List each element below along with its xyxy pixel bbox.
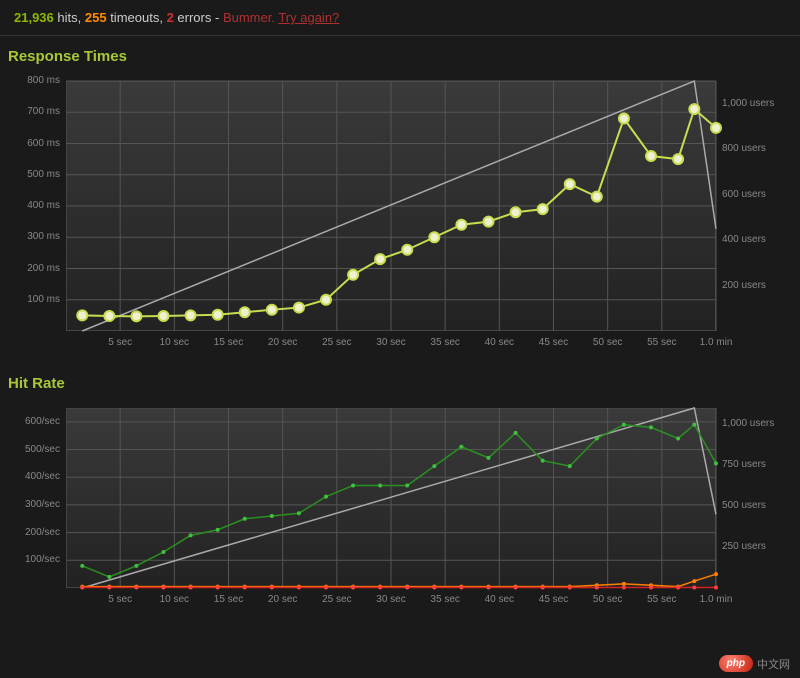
y-left-tick: 500 ms: [8, 169, 60, 180]
x-tick: 5 sec: [108, 337, 132, 348]
response-times-title: Response Times: [0, 36, 800, 73]
y-left-tick: 300 ms: [8, 231, 60, 242]
y-left-tick: 600 ms: [8, 138, 60, 149]
x-tick: 35 sec: [430, 337, 459, 348]
y-right-tick: 600 users: [722, 189, 766, 200]
x-tick: 10 sec: [160, 594, 189, 605]
x-tick: 30 sec: [376, 337, 405, 348]
x-tick: 1.0 min: [700, 337, 733, 348]
timeouts-label: timeouts,: [110, 10, 163, 25]
x-tick: 5 sec: [108, 594, 132, 605]
hit-rate-title: Hit Rate: [0, 363, 800, 400]
x-tick: 10 sec: [160, 337, 189, 348]
x-tick: 40 sec: [485, 594, 514, 605]
y-right-tick: 750 users: [722, 459, 766, 470]
y-left-tick: 700 ms: [8, 106, 60, 117]
errors-label: errors -: [177, 10, 219, 25]
y-right-tick: 400 users: [722, 234, 766, 245]
x-tick: 55 sec: [647, 594, 676, 605]
x-tick: 20 sec: [268, 337, 297, 348]
y-right-tick: 1,000 users: [722, 418, 774, 429]
y-left-tick: 800 ms: [8, 75, 60, 86]
y-right-tick: 200 users: [722, 280, 766, 291]
x-tick: 20 sec: [268, 594, 297, 605]
x-tick: 25 sec: [322, 337, 351, 348]
watermark: php 中文网: [719, 655, 790, 672]
try-again-link[interactable]: Try again?: [278, 10, 339, 25]
x-tick: 15 sec: [214, 594, 243, 605]
y-right-tick: 800 users: [722, 143, 766, 154]
x-tick: 25 sec: [322, 594, 351, 605]
y-left-tick: 500/sec: [8, 444, 60, 455]
y-left-tick: 600/sec: [8, 416, 60, 427]
y-left-tick: 200 ms: [8, 263, 60, 274]
x-tick: 30 sec: [376, 594, 405, 605]
x-tick: 35 sec: [430, 594, 459, 605]
watermark-badge: php: [719, 655, 753, 672]
bummer-text: Bummer.: [223, 10, 275, 25]
x-tick: 45 sec: [539, 594, 568, 605]
y-left-tick: 100 ms: [8, 294, 60, 305]
y-left-tick: 400 ms: [8, 200, 60, 211]
x-tick: 50 sec: [593, 594, 622, 605]
x-tick: 50 sec: [593, 337, 622, 348]
x-tick: 40 sec: [485, 337, 514, 348]
y-left-tick: 100/sec: [8, 554, 60, 565]
errors-count: 2: [167, 10, 174, 25]
hits-label: hits,: [57, 10, 81, 25]
y-right-tick: 250 users: [722, 541, 766, 552]
hit-rate-chart: 100/sec 200/sec 300/sec 400/sec 500/sec 600/s…: [8, 400, 792, 618]
summary-bar: 21,936 hits, 255 timeouts, 2 errors - Bu…: [0, 0, 800, 36]
y-right-tick: 1,000 users: [722, 98, 774, 109]
y-left-tick: 200/sec: [8, 527, 60, 538]
response-times-chart: 100 ms 200 ms 300 ms 400 ms 500 ms 600 ms 700 …: [8, 73, 792, 363]
y-left-tick: 300/sec: [8, 499, 60, 510]
x-tick: 1.0 min: [700, 594, 733, 605]
watermark-text: 中文网: [757, 656, 790, 672]
y-right-tick: 500 users: [722, 500, 766, 511]
x-tick: 45 sec: [539, 337, 568, 348]
x-tick: 55 sec: [647, 337, 676, 348]
timeouts-count: 255: [85, 10, 107, 25]
x-tick: 15 sec: [214, 337, 243, 348]
hits-count: 21,936: [14, 10, 54, 25]
y-left-tick: 400/sec: [8, 471, 60, 482]
